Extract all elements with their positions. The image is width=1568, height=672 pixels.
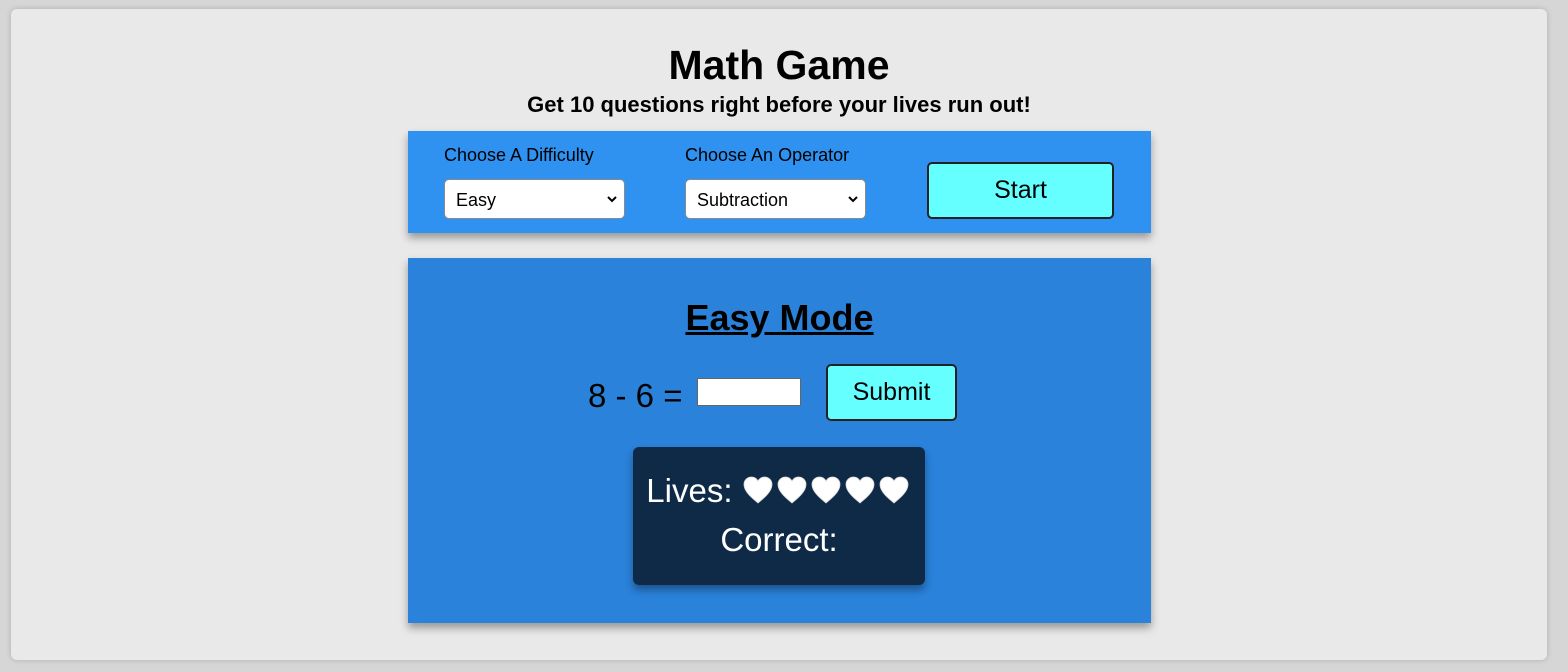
lives-hearts (742, 471, 912, 511)
page-title: Math Game (668, 42, 890, 88)
submit-button[interactable]: Submit (826, 364, 957, 421)
operator-label: Choose An Operator (685, 145, 850, 165)
heart-icon (743, 476, 773, 504)
chevron-down-icon (848, 196, 858, 203)
heart-icon (777, 476, 807, 504)
settings-bar: Choose A Difficulty Easy Choose An Opera… (408, 131, 1151, 233)
difficulty-group: Choose A Difficulty Easy (444, 144, 625, 219)
heart-icon (879, 476, 909, 504)
app-frame: Math Game Get 10 questions right before … (11, 9, 1547, 660)
question-text: 8 - 6 = (588, 377, 683, 414)
question-row: 8 - 6 = Submit (408, 364, 1151, 424)
difficulty-select[interactable]: Easy (444, 179, 625, 219)
correct-label: Correct: (720, 521, 838, 558)
start-button[interactable]: Start (927, 162, 1114, 219)
page-subtitle: Get 10 questions right before your lives… (527, 92, 1031, 117)
game-panel: Easy Mode 8 - 6 = Submit Lives: Correct: (408, 258, 1151, 623)
difficulty-label: Choose A Difficulty (444, 145, 594, 165)
operator-select-value: Subtraction (697, 190, 789, 210)
answer-input[interactable] (697, 378, 801, 406)
heart-icon (845, 476, 875, 504)
mode-title: Easy Mode (685, 297, 874, 338)
chevron-down-icon (607, 196, 617, 203)
difficulty-select-value: Easy (456, 190, 497, 210)
correct-row: Correct: (633, 520, 925, 560)
heart-icon (811, 476, 841, 504)
operator-group: Choose An Operator Subtraction (685, 144, 866, 219)
lives-row: Lives: (633, 471, 925, 511)
status-box: Lives: Correct: (633, 447, 925, 585)
lives-label: Lives: (646, 472, 733, 509)
operator-select[interactable]: Subtraction (685, 179, 866, 219)
